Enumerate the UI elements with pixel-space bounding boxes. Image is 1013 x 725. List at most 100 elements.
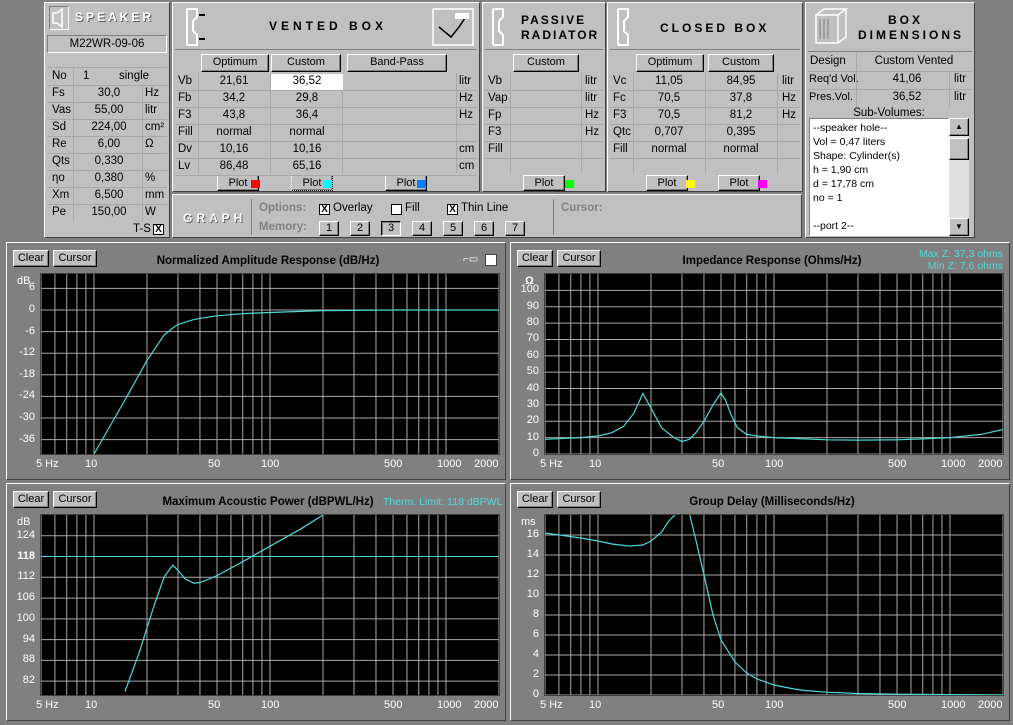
impedance-ytick: 90 — [526, 299, 539, 312]
closed-custom-plot-button[interactable]: Plot — [718, 175, 760, 191]
closed-row-2-name: F3 — [613, 109, 627, 121]
impedance-xtick: 500 — [888, 458, 907, 470]
plot-color-yellow — [686, 180, 695, 188]
speaker-param-7-unit: W — [145, 206, 156, 218]
impedance-clear-button[interactable]: Clear — [517, 250, 553, 267]
amplitude-clear-button[interactable]: Clear — [13, 250, 49, 267]
amplitude-plot-area[interactable] — [40, 273, 500, 455]
group-delay-clear-button[interactable]: Clear — [517, 491, 553, 508]
subvolumes-list[interactable]: --speaker hole-- Vol = 0,47 liters Shape: … — [809, 118, 949, 236]
impedance-cursor-button[interactable]: Cursor — [557, 250, 601, 267]
vented-row-0-custom[interactable]: 36,52 — [271, 74, 343, 90]
scroll-thumb[interactable] — [949, 138, 969, 160]
acoustic-power-cursor-button[interactable]: Cursor — [53, 491, 97, 508]
acoustic-power-trace — [124, 515, 324, 692]
export-checkbox[interactable] — [485, 254, 497, 266]
memory-button-3[interactable]: 3 — [381, 221, 401, 236]
speaker-param-6-value[interactable]: 6,500 — [77, 188, 141, 204]
speaker-param-2-name: Sd — [52, 121, 67, 133]
memory-button-2[interactable]: 2 — [350, 221, 370, 236]
closed-row-4-custom[interactable]: normal — [705, 142, 777, 158]
thin-line-checkbox[interactable]: X — [447, 203, 458, 215]
subvolume-line: Vol = 0,47 liters — [813, 136, 886, 148]
design-value[interactable]: Custom Vented — [856, 54, 972, 70]
closed-row-1-custom[interactable]: 37,8 — [705, 91, 777, 107]
speaker-panel: SPEAKER M22WR-09-06 No 1 single T-S X Fs… — [44, 2, 170, 238]
plot-color-magenta — [758, 180, 767, 188]
vented-optimum-button[interactable]: Optimum — [201, 54, 269, 72]
subvolumes-scrollbar[interactable]: ▲ ▼ — [949, 118, 969, 236]
speaker-param-7-value[interactable]: 150,00 — [77, 205, 141, 221]
memory-button-1[interactable]: 1 — [319, 221, 339, 236]
ts-checkbox[interactable]: X — [153, 223, 164, 235]
passive-custom-button[interactable]: Custom — [513, 54, 579, 72]
impedance-ytick: 70 — [526, 332, 539, 345]
speaker-header: SPEAKER — [75, 10, 155, 24]
vented-row-5-name: Lv — [178, 160, 191, 172]
vented-row-4-custom[interactable]: 10,16 — [271, 142, 343, 158]
overlay-checkbox[interactable]: X — [319, 203, 330, 215]
closed-row-2-custom[interactable]: 81,2 — [705, 108, 777, 124]
acoustic-power-xtick: 100 — [261, 699, 280, 711]
group-delay-title: Group Delay (Milliseconds/Hz) — [689, 496, 855, 508]
memory-button-7[interactable]: 7 — [505, 221, 525, 236]
passive-row-0-name: Vb — [488, 75, 503, 87]
amplitude-cursor-button[interactable]: Cursor — [53, 250, 97, 267]
amplitude-svg — [41, 274, 499, 454]
vented-box-header: VENTED BOX — [269, 19, 388, 33]
fill-label: Fill — [405, 202, 420, 214]
scroll-down-icon[interactable]: ▼ — [949, 218, 969, 236]
passive-row-2-unit: Hz — [585, 109, 600, 121]
graph-label: GRAPH — [183, 211, 247, 225]
vented-row-2-name: F3 — [178, 109, 192, 121]
speaker-param-1-name: Vas — [52, 104, 71, 116]
impedance-xtick: 100 — [765, 458, 784, 470]
reqd-vol-unit: litr — [954, 73, 967, 85]
closed-row-1-optimum: 70,5 — [657, 92, 681, 104]
closed-row-0-name: Vc — [613, 75, 627, 87]
speaker-param-5-value[interactable]: 0,380 — [77, 171, 141, 187]
subvolume-line: Shape: Cylinder(s) — [813, 150, 900, 162]
group-delay-plot-area[interactable] — [544, 514, 1004, 696]
memory-button-4[interactable]: 4 — [412, 221, 432, 236]
impedance-xtick: 1000 — [941, 458, 966, 470]
group-delay-xtick: 10 — [588, 699, 602, 711]
acoustic-power-graph: Clear Cursor Maximum Acoustic Power (dBPWL… — [6, 483, 506, 721]
printer-icon[interactable]: ⌐▭ — [463, 255, 481, 265]
memory-button-6[interactable]: 6 — [474, 221, 494, 236]
passive-plot-button[interactable]: Plot — [523, 175, 565, 191]
speaker-param-4-value[interactable]: 0,330 — [77, 154, 141, 170]
speaker-param-2-value[interactable]: 224,00 — [77, 120, 141, 136]
speaker-param-1-value[interactable]: 55,00 — [77, 103, 141, 119]
vented-row-2-custom[interactable]: 36,4 — [271, 108, 343, 124]
group-delay-ylabel: ms — [521, 516, 536, 528]
amplitude-graph: Clear Cursor Normalized Amplitude Response… — [6, 242, 506, 480]
fill-checkbox[interactable] — [391, 203, 402, 215]
acoustic-power-clear-button[interactable]: Clear — [13, 491, 49, 508]
speaker-no-mode[interactable]: single — [119, 69, 149, 85]
speaker-param-0-value[interactable]: 30,0 — [77, 86, 141, 102]
closed-custom-button[interactable]: Custom — [708, 54, 774, 72]
closed-row-3-custom[interactable]: 0,395 — [705, 125, 777, 141]
speaker-no-value[interactable]: 1 — [83, 69, 89, 85]
acoustic-power-plot-area[interactable] — [40, 514, 500, 696]
closed-optimum-button[interactable]: Optimum — [636, 54, 704, 72]
vented-row-1-unit: Hz — [459, 92, 474, 104]
speaker-model-box[interactable]: M22WR-09-06 — [47, 35, 167, 53]
group-delay-cursor-button[interactable]: Cursor — [557, 491, 601, 508]
speaker-param-3-value[interactable]: 6,00 — [77, 137, 141, 153]
vented-row-2-optimum: 43,8 — [222, 109, 246, 121]
vented-row-1-custom[interactable]: 29,8 — [271, 91, 343, 107]
vented-row-3-custom[interactable]: normal — [271, 125, 343, 141]
memory-button-5[interactable]: 5 — [443, 221, 463, 236]
scroll-up-icon[interactable]: ▲ — [949, 118, 969, 136]
closed-box-header: CLOSED BOX — [660, 21, 770, 35]
group-delay-ytick: 14 — [526, 548, 539, 560]
vented-row-5-custom[interactable]: 65,16 — [271, 159, 343, 175]
closed-row-0-custom[interactable]: 84,95 — [705, 74, 777, 90]
vented-custom-button[interactable]: Custom — [271, 54, 341, 72]
graph-options-bar: GRAPH Options: X Overlay Fill X Thin Lin… — [172, 194, 802, 238]
closed-optimum-plot-button[interactable]: Plot — [646, 175, 688, 191]
vented-bandpass-button[interactable]: Band-Pass — [347, 54, 447, 72]
impedance-plot-area[interactable] — [544, 273, 1004, 455]
